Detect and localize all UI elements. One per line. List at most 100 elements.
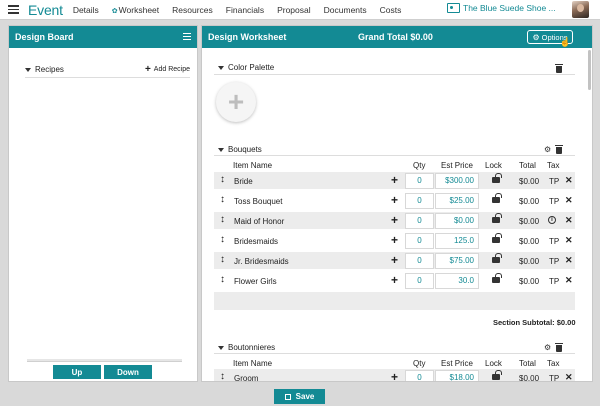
row-total: $0.00 <box>519 197 540 206</box>
item-name: Toss Bouquet <box>234 197 283 206</box>
down-button[interactable]: Down <box>104 365 152 379</box>
drag-handle-icon[interactable]: ↕ <box>220 371 225 381</box>
worksheet-header: Design Worksheet Grand Total $0.00 ⚙ Opt… <box>202 26 592 48</box>
nav-resources[interactable]: Resources <box>172 5 213 15</box>
trash-icon[interactable] <box>555 343 563 352</box>
boutonnieres-label: Boutonnieres <box>228 343 276 352</box>
drag-handle-icon[interactable]: ↕ <box>220 194 225 205</box>
add-color-button[interactable]: + <box>216 82 256 122</box>
qty-input[interactable]: 0 <box>405 273 434 289</box>
nav-documents[interactable]: Documents <box>324 5 367 15</box>
tax-code[interactable]: TP <box>549 237 559 246</box>
gear-icon[interactable]: ⚙ <box>544 146 551 154</box>
design-board-menu-icon[interactable] <box>183 33 191 40</box>
nav-worksheet[interactable]: ✿Worksheet <box>112 5 159 15</box>
client-link[interactable]: The Blue Suede Shoe ... <box>447 3 556 13</box>
lock-icon[interactable] <box>492 193 502 203</box>
recipes-label[interactable]: Recipes <box>35 65 64 74</box>
qty-input[interactable]: 0 <box>405 233 434 249</box>
est-price-input[interactable]: $18.00 <box>435 370 479 381</box>
info-icon[interactable]: i <box>548 216 556 224</box>
add-item-icon[interactable]: + <box>391 233 398 247</box>
remove-icon[interactable]: ✕ <box>565 175 573 186</box>
worksheet-scrollbar[interactable] <box>588 50 591 90</box>
main-menu-icon[interactable] <box>4 0 22 20</box>
design-board-title: Design Board <box>15 32 74 42</box>
item-name: Jr. Bridesmaids <box>234 257 289 266</box>
est-price-input[interactable]: $300.00 <box>435 173 479 189</box>
remove-icon[interactable]: ✕ <box>565 372 573 381</box>
est-price-input[interactable]: $75.00 <box>435 253 479 269</box>
tax-code[interactable]: TP <box>549 277 559 286</box>
add-item-icon[interactable]: + <box>391 253 398 267</box>
add-item-icon[interactable]: + <box>391 213 398 227</box>
app-brand[interactable]: Event <box>28 2 63 18</box>
color-palette-section-title[interactable]: Color Palette <box>218 63 274 72</box>
plus-icon: + <box>144 63 151 75</box>
add-item-icon[interactable]: + <box>391 370 398 381</box>
drag-handle-icon[interactable]: ↕ <box>220 214 225 225</box>
lock-icon[interactable] <box>492 233 502 243</box>
est-price-input[interactable]: $0.00 <box>435 213 479 229</box>
worksheet-title: Design Worksheet <box>208 32 287 42</box>
up-button[interactable]: Up <box>53 365 101 379</box>
qty-input[interactable]: 0 <box>405 253 434 269</box>
drag-handle-icon[interactable]: ↕ <box>220 274 225 285</box>
qty-input[interactable]: 0 <box>405 370 434 381</box>
nav-financials[interactable]: Financials <box>226 5 264 15</box>
trash-icon[interactable] <box>555 64 563 73</box>
tax-code[interactable]: TP <box>549 257 559 266</box>
add-item-drop-row[interactable] <box>214 292 575 310</box>
remove-icon[interactable]: ✕ <box>565 235 573 246</box>
color-palette-label: Color Palette <box>228 63 275 72</box>
est-price-input[interactable]: $25.00 <box>435 193 479 209</box>
lock-icon[interactable] <box>492 253 502 263</box>
trash-icon[interactable] <box>555 145 563 154</box>
add-item-icon[interactable]: + <box>391 193 398 207</box>
row-total: $0.00 <box>519 374 540 382</box>
lock-icon[interactable] <box>492 213 502 223</box>
nav-details[interactable]: Details <box>73 5 99 15</box>
remove-icon[interactable]: ✕ <box>565 275 573 286</box>
tax-code[interactable]: TP <box>549 374 559 381</box>
lock-icon[interactable] <box>492 273 502 283</box>
add-recipe-label: Add Recipe <box>153 66 190 73</box>
tax-code[interactable]: TP <box>549 197 559 206</box>
divider <box>214 74 575 75</box>
bouquets-label: Bouquets <box>228 145 262 154</box>
drag-handle-icon[interactable]: ↕ <box>220 174 225 185</box>
est-price-input[interactable]: 125.0 <box>435 233 479 249</box>
gear-icon[interactable]: ⚙ <box>544 344 551 352</box>
drag-handle-icon[interactable]: ↕ <box>220 234 225 245</box>
caret-down-icon[interactable] <box>25 67 31 72</box>
design-board-scroll-track <box>27 359 182 362</box>
qty-input[interactable]: 0 <box>405 213 434 229</box>
est-price-input[interactable]: 30.0 <box>435 273 479 289</box>
save-label: Save <box>295 392 315 401</box>
nav-proposal[interactable]: Proposal <box>277 5 311 15</box>
boutonnieres-section-title[interactable]: Boutonnieres <box>218 343 275 352</box>
user-avatar[interactable] <box>572 1 589 18</box>
design-board-header: Design Board <box>9 26 197 48</box>
remove-icon[interactable]: ✕ <box>565 255 573 266</box>
save-button[interactable]: Save <box>274 389 325 404</box>
add-recipe-button[interactable]: + Add Recipe <box>144 63 190 75</box>
table-row: ↕ Groom + 0 $18.00 $0.00 TP ✕ <box>214 369 575 382</box>
remove-icon[interactable]: ✕ <box>565 215 573 226</box>
tax-code[interactable]: TP <box>549 177 559 186</box>
design-board-panel: Design Board Recipes + Add Recipe <box>8 25 198 382</box>
column-header-lock: Lock <box>485 161 502 170</box>
column-header-qty: Qty <box>413 359 426 368</box>
drag-handle-icon[interactable]: ↕ <box>220 254 225 265</box>
row-total: $0.00 <box>519 277 540 286</box>
lock-icon[interactable] <box>492 370 502 380</box>
nav-worksheet-label: Worksheet <box>118 4 160 15</box>
add-item-icon[interactable]: + <box>391 173 398 187</box>
add-item-icon[interactable]: + <box>391 273 398 287</box>
lock-icon[interactable] <box>492 173 502 183</box>
remove-icon[interactable]: ✕ <box>565 195 573 206</box>
nav-costs[interactable]: Costs <box>380 5 402 15</box>
qty-input[interactable]: 0 <box>405 173 434 189</box>
bouquets-section-title[interactable]: Bouquets <box>218 145 262 154</box>
qty-input[interactable]: 0 <box>405 193 434 209</box>
